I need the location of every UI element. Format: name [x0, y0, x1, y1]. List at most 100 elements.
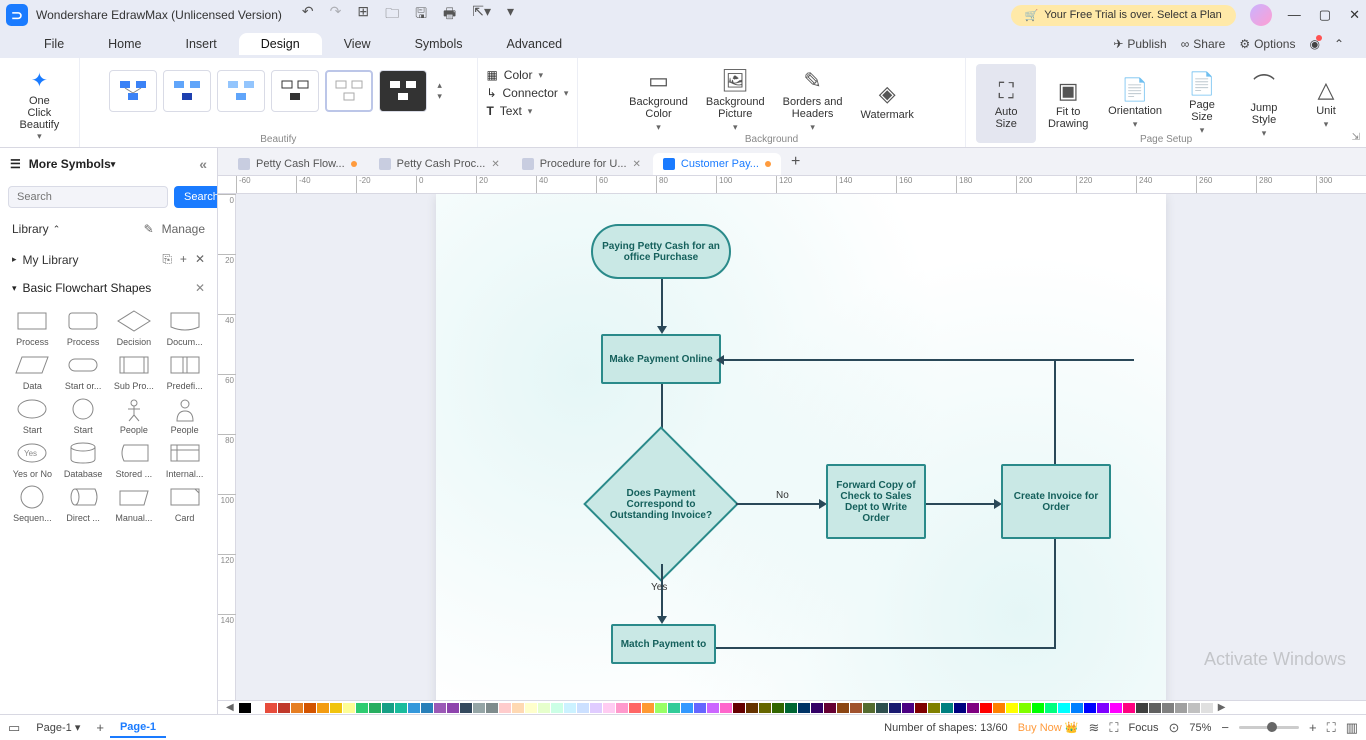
flowchart-process-node[interactable]: Forward Copy of Check to Sales Dept to W…: [826, 464, 926, 539]
edit-icon[interactable]: ✎: [144, 222, 154, 236]
color-swatch[interactable]: [733, 703, 745, 713]
share-button[interactable]: ∞Share: [1181, 37, 1226, 51]
more-icon[interactable]: ▾: [507, 3, 514, 27]
auto-size-button[interactable]: ⛶Auto Size: [976, 64, 1036, 143]
style-preset-2[interactable]: [163, 70, 211, 112]
close-lib-icon[interactable]: ✕: [195, 252, 205, 267]
shape-manual[interactable]: Manual...: [110, 483, 159, 523]
publish-button[interactable]: ✈Publish: [1113, 37, 1166, 51]
color-swatch[interactable]: [1136, 703, 1148, 713]
color-swatch[interactable]: [824, 703, 836, 713]
color-swatch[interactable]: [564, 703, 576, 713]
color-swatch[interactable]: [785, 703, 797, 713]
chevron-down-icon[interactable]: ▾: [12, 283, 17, 294]
color-swatch[interactable]: [603, 703, 615, 713]
layers-icon[interactable]: ≋: [1088, 720, 1099, 736]
library-up-icon[interactable]: ⌃: [53, 224, 61, 235]
connector[interactable]: [1054, 359, 1134, 361]
flowchart-process-node[interactable]: Make Payment Online: [601, 334, 721, 384]
buy-now-link[interactable]: Buy Now 👑: [1018, 721, 1079, 734]
new-tab-button[interactable]: +: [783, 149, 808, 175]
connector[interactable]: [926, 503, 996, 505]
fullscreen-icon[interactable]: ⛶: [1109, 720, 1118, 736]
search-button[interactable]: Search: [174, 186, 218, 208]
add-page-icon[interactable]: +: [96, 720, 104, 735]
fit-page-icon[interactable]: ⛶: [1327, 720, 1336, 736]
color-swatch[interactable]: [928, 703, 940, 713]
collapse-ribbon-icon[interactable]: ⌃: [1334, 37, 1344, 51]
color-swatch[interactable]: [655, 703, 667, 713]
color-swatch[interactable]: [499, 703, 511, 713]
close-tab-icon[interactable]: ✕: [491, 159, 499, 170]
color-swatch[interactable]: [707, 703, 719, 713]
print-icon[interactable]: 🖶: [443, 3, 456, 27]
color-swatch[interactable]: [525, 703, 537, 713]
canvas[interactable]: Paying Petty Cash for an office Purchase…: [236, 194, 1366, 700]
notifications-icon[interactable]: ◉: [1309, 37, 1319, 51]
color-swatch[interactable]: [863, 703, 875, 713]
connector[interactable]: [1054, 359, 1056, 464]
zoom-slider[interactable]: [1239, 726, 1299, 729]
page-setup-launcher-icon[interactable]: ⇲: [1352, 132, 1360, 143]
zoom-percent[interactable]: 75%: [1189, 722, 1211, 734]
connector[interactable]: [736, 503, 821, 505]
color-swatch[interactable]: [1006, 703, 1018, 713]
background-picture-button[interactable]: 🖼Background Picture▾: [698, 64, 773, 137]
shape-sequen[interactable]: Sequen...: [8, 483, 57, 523]
color-swatch[interactable]: [356, 703, 368, 713]
drawing-page[interactable]: Paying Petty Cash for an office Purchase…: [436, 194, 1166, 700]
play-icon[interactable]: ⊙: [1168, 720, 1179, 736]
color-swatch[interactable]: [304, 703, 316, 713]
color-swatch[interactable]: [902, 703, 914, 713]
connector[interactable]: [661, 279, 663, 329]
hamburger-icon[interactable]: ☰: [10, 157, 21, 171]
menu-insert[interactable]: Insert: [164, 33, 239, 55]
orientation-button[interactable]: 📄Orientation▾: [1100, 64, 1170, 143]
shape-process[interactable]: Process: [8, 307, 57, 347]
copy-icon[interactable]: ⎘: [162, 252, 172, 267]
color-swatch[interactable]: [642, 703, 654, 713]
color-swatch[interactable]: [941, 703, 953, 713]
style-preset-6[interactable]: [379, 70, 427, 112]
flowchart-process-node[interactable]: Match Payment to: [611, 624, 716, 664]
flowchart-start-node[interactable]: Paying Petty Cash for an office Purchase: [591, 224, 731, 279]
pages-list-icon[interactable]: ▭: [8, 720, 20, 736]
color-swatch[interactable]: [759, 703, 771, 713]
connector-dropdown[interactable]: ↳Connector▾: [486, 86, 568, 100]
style-preset-5[interactable]: [325, 70, 373, 112]
color-swatch[interactable]: [421, 703, 433, 713]
color-swatch[interactable]: [252, 703, 264, 713]
color-swatch[interactable]: [1201, 703, 1213, 713]
menu-view[interactable]: View: [322, 33, 393, 55]
color-swatch[interactable]: [460, 703, 472, 713]
menu-symbols[interactable]: Symbols: [393, 33, 485, 55]
shape-subpro[interactable]: Sub Pro...: [110, 351, 159, 391]
color-swatch[interactable]: [837, 703, 849, 713]
colorbar-next-icon[interactable]: ▶: [1214, 702, 1230, 713]
close-icon[interactable]: ✕: [1349, 7, 1360, 23]
text-dropdown[interactable]: TText▾: [486, 104, 568, 118]
color-swatch[interactable]: [473, 703, 485, 713]
colorbar-prev-icon[interactable]: ◀: [222, 702, 238, 713]
borders-headers-button[interactable]: ✎Borders and Headers▾: [775, 64, 851, 137]
menu-file[interactable]: File: [22, 33, 86, 55]
search-input[interactable]: [8, 186, 168, 208]
color-swatch[interactable]: [889, 703, 901, 713]
color-swatch[interactable]: [343, 703, 355, 713]
color-swatch[interactable]: [512, 703, 524, 713]
trial-banner[interactable]: 🛒 Your Free Trial is over. Select a Plan: [1011, 5, 1236, 26]
options-button[interactable]: ⚙Options: [1239, 37, 1295, 51]
color-swatch[interactable]: [746, 703, 758, 713]
maximize-icon[interactable]: ▢: [1319, 7, 1331, 23]
color-swatch[interactable]: [1045, 703, 1057, 713]
zoom-in-icon[interactable]: +: [1309, 720, 1317, 735]
color-swatch[interactable]: [980, 703, 992, 713]
shape-decision[interactable]: Decision: [110, 307, 159, 347]
color-swatch[interactable]: [798, 703, 810, 713]
unit-button[interactable]: △Unit▾: [1296, 64, 1356, 143]
color-swatch[interactable]: [447, 703, 459, 713]
color-swatch[interactable]: [629, 703, 641, 713]
color-swatch[interactable]: [1175, 703, 1187, 713]
fit-to-drawing-button[interactable]: ▣Fit to Drawing: [1038, 64, 1098, 143]
flowchart-decision-node[interactable]: Does Payment Correspond to Outstanding I…: [581, 439, 741, 569]
